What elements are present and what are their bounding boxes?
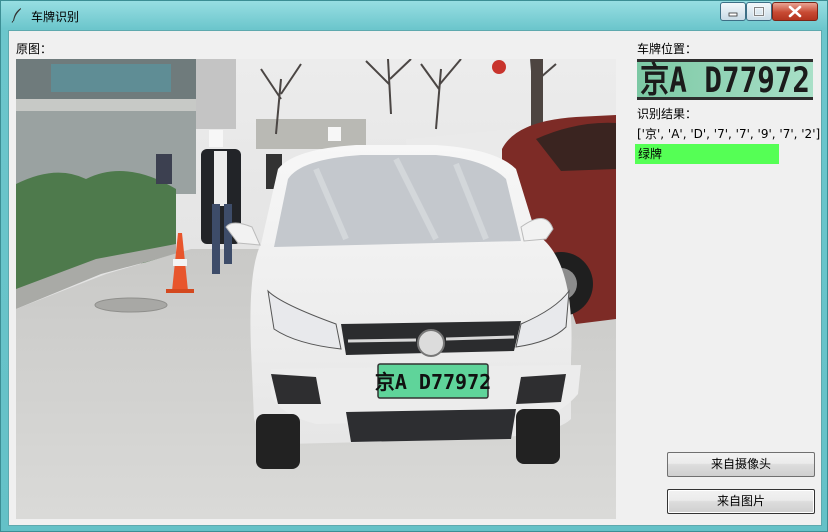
original-image-label: 原图：	[16, 42, 53, 56]
close-icon	[788, 5, 802, 18]
feather-icon	[11, 8, 21, 23]
from-picture-button[interactable]: 来自图片	[667, 489, 815, 514]
recognition-result-label: 识别结果：	[637, 107, 698, 121]
plate-position-label: 车牌位置：	[637, 42, 698, 56]
app-window: 车牌识别 原图： 京A D77972 车牌位置： 京A D779 识别结果： […	[0, 0, 828, 532]
plate-color-badge: 绿牌	[635, 144, 779, 164]
maximize-icon	[753, 6, 765, 17]
minimize-icon	[728, 12, 738, 17]
crop-plate-text: 京A D77972	[640, 60, 810, 100]
original-image: 京A D77972	[16, 59, 616, 519]
plate-crop-image: 京A D77972	[637, 59, 813, 100]
window-title: 车牌识别	[31, 10, 80, 24]
minimize-button[interactable]	[720, 2, 746, 21]
title-bar[interactable]: 车牌识别	[1, 1, 827, 29]
car-photo: 京A D77972	[16, 59, 616, 519]
maximize-button[interactable]	[746, 2, 772, 21]
photo-plate-text: 京A D77972	[375, 370, 491, 394]
close-button[interactable]	[772, 2, 818, 21]
recognized-characters: ['京', 'A', 'D', '7', '7', '9', '7', '2']	[637, 127, 821, 141]
main-panel: 原图： 京A D77972 车牌位置： 京A D779 识别结果： ['京', …	[8, 30, 822, 526]
from-camera-button[interactable]: 来自摄像头	[667, 452, 815, 477]
